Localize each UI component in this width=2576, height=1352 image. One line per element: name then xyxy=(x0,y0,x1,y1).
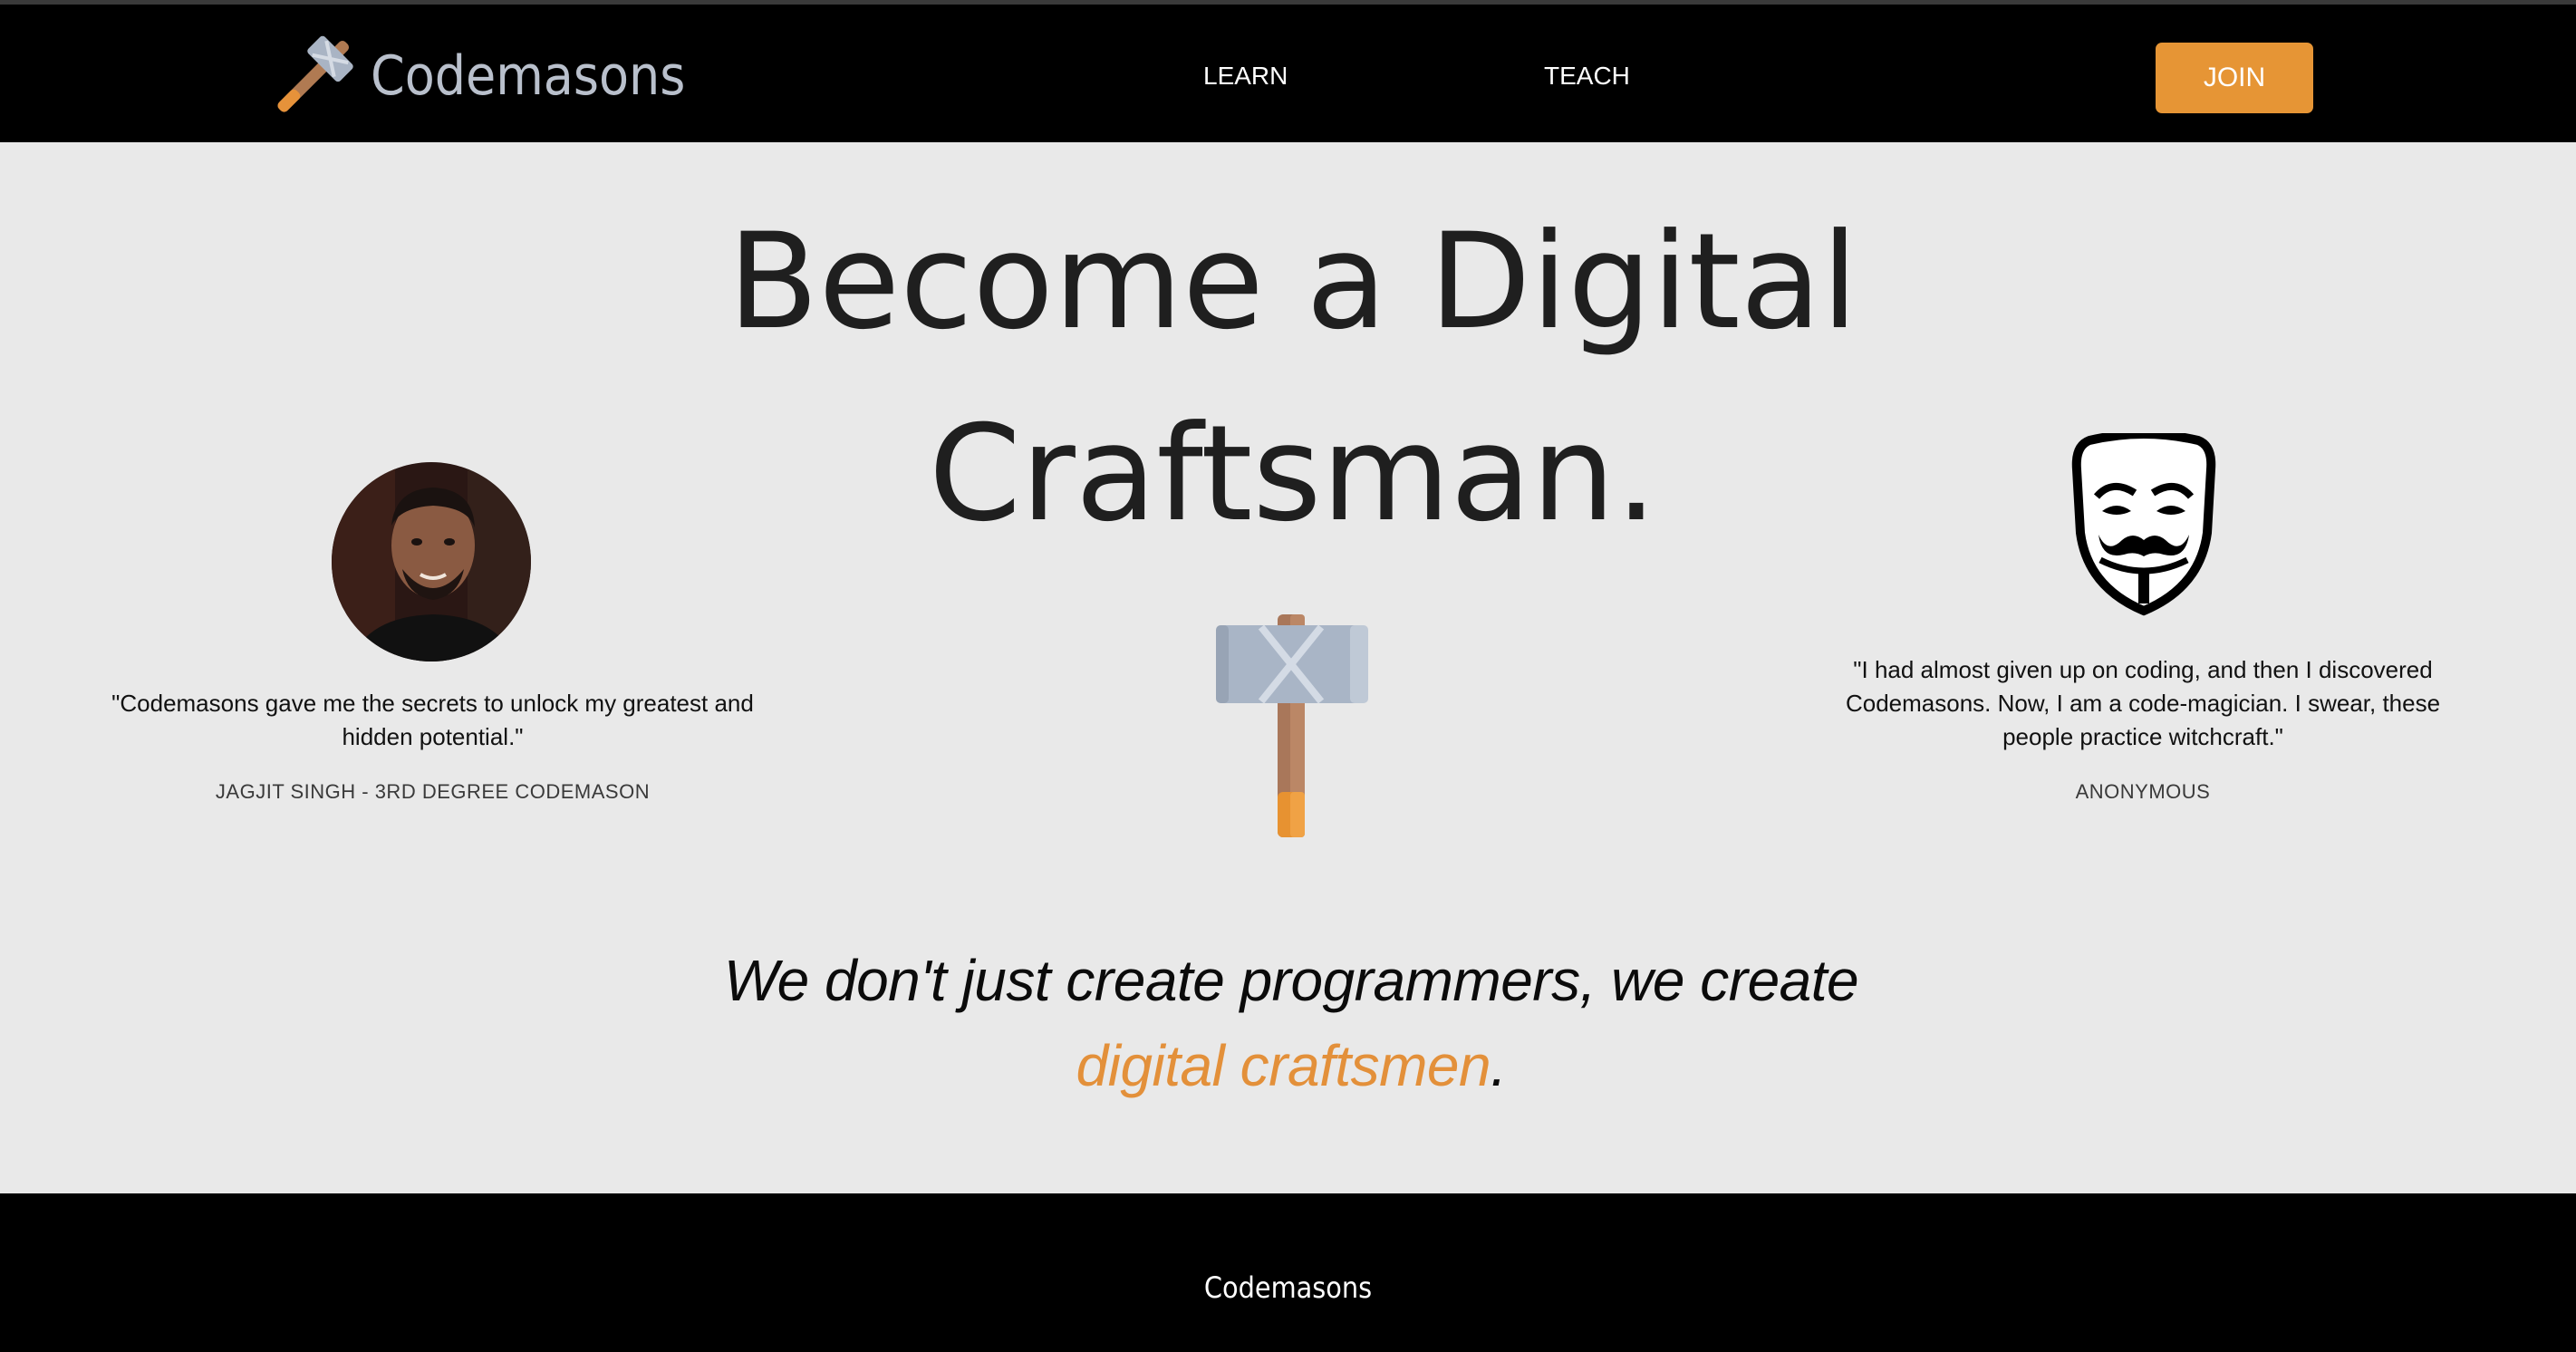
brand-name: Codemasons xyxy=(371,44,686,108)
avatar xyxy=(332,462,531,662)
tagline: We don't just create programmers, we cre… xyxy=(589,938,1993,1108)
navbar: Codemasons LEARN TEACH JOIN xyxy=(0,5,2576,142)
footer-brand[interactable]: Codemasons xyxy=(0,1270,2576,1305)
tagline-line1: We don't just create programmers, we cre… xyxy=(723,948,1859,1013)
hero-title-line2: Craftsman. xyxy=(928,397,1658,551)
hero-title: Become a Digital Craftsman. xyxy=(634,186,1952,570)
testimonial-quote-line: people practice witchcraft." xyxy=(2002,723,2283,750)
hammer-icon xyxy=(265,30,358,122)
tagline-end: . xyxy=(1491,1033,1507,1098)
testimonial-quote: "Codemasons gave me the secrets to unloc… xyxy=(100,687,766,754)
testimonial-author: JAGJIT SINGH - 3RD DEGREE CODEMASON xyxy=(215,780,651,803)
hammer-icon xyxy=(1214,611,1370,845)
nav-link-teach[interactable]: TEACH xyxy=(1544,62,1630,91)
testimonial-quote-line: "Codemasons gave me the secrets to unloc… xyxy=(111,690,754,717)
tagline-highlight: digital craftsmen xyxy=(1076,1033,1491,1098)
testimonial-quote-line: "I had almost given up on coding, and th… xyxy=(1853,656,2433,683)
nav-link-learn[interactable]: LEARN xyxy=(1203,62,1288,91)
hero-title-line1: Become a Digital xyxy=(728,205,1858,359)
testimonial-quote: "I had almost given up on coding, and th… xyxy=(1790,653,2496,754)
testimonial-quote-line: hidden potential." xyxy=(342,723,524,750)
testimonial-author: ANONYMOUS xyxy=(2075,780,2211,803)
testimonial-quote-line: Codemasons. Now, I am a code-magician. I… xyxy=(1845,690,2441,717)
join-button[interactable]: JOIN xyxy=(2156,43,2313,113)
brand-logo[interactable]: Codemasons xyxy=(265,30,685,122)
anonymous-mask-icon xyxy=(2062,430,2225,622)
